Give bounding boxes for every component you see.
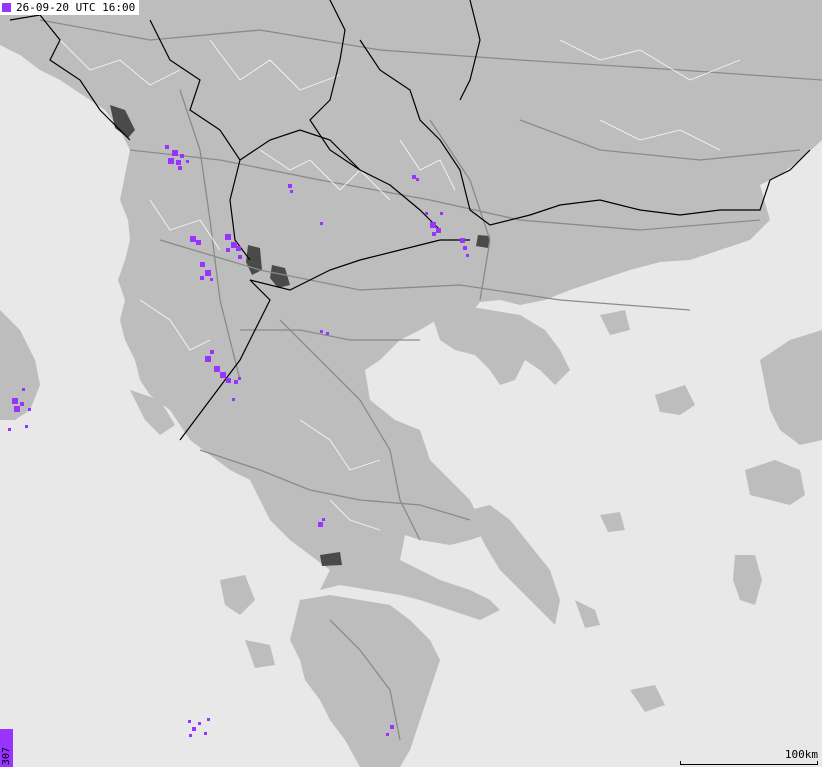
lake-dojran <box>476 235 490 248</box>
strike-count-text: 307 <box>1 746 12 765</box>
timestamp-text: 26-09-20 UTC 16:00 <box>16 1 136 14</box>
lightning-marker-icon <box>2 3 11 12</box>
map-canvas <box>0 0 822 767</box>
lightning-map[interactable]: 26-09-20 UTC 16:00 307 100km <box>0 0 822 767</box>
scale-bar: 100km <box>680 748 818 765</box>
strike-count-bar: 307 <box>0 729 13 767</box>
scale-line <box>680 761 818 765</box>
timestamp-label: 26-09-20 UTC 16:00 <box>0 0 140 15</box>
